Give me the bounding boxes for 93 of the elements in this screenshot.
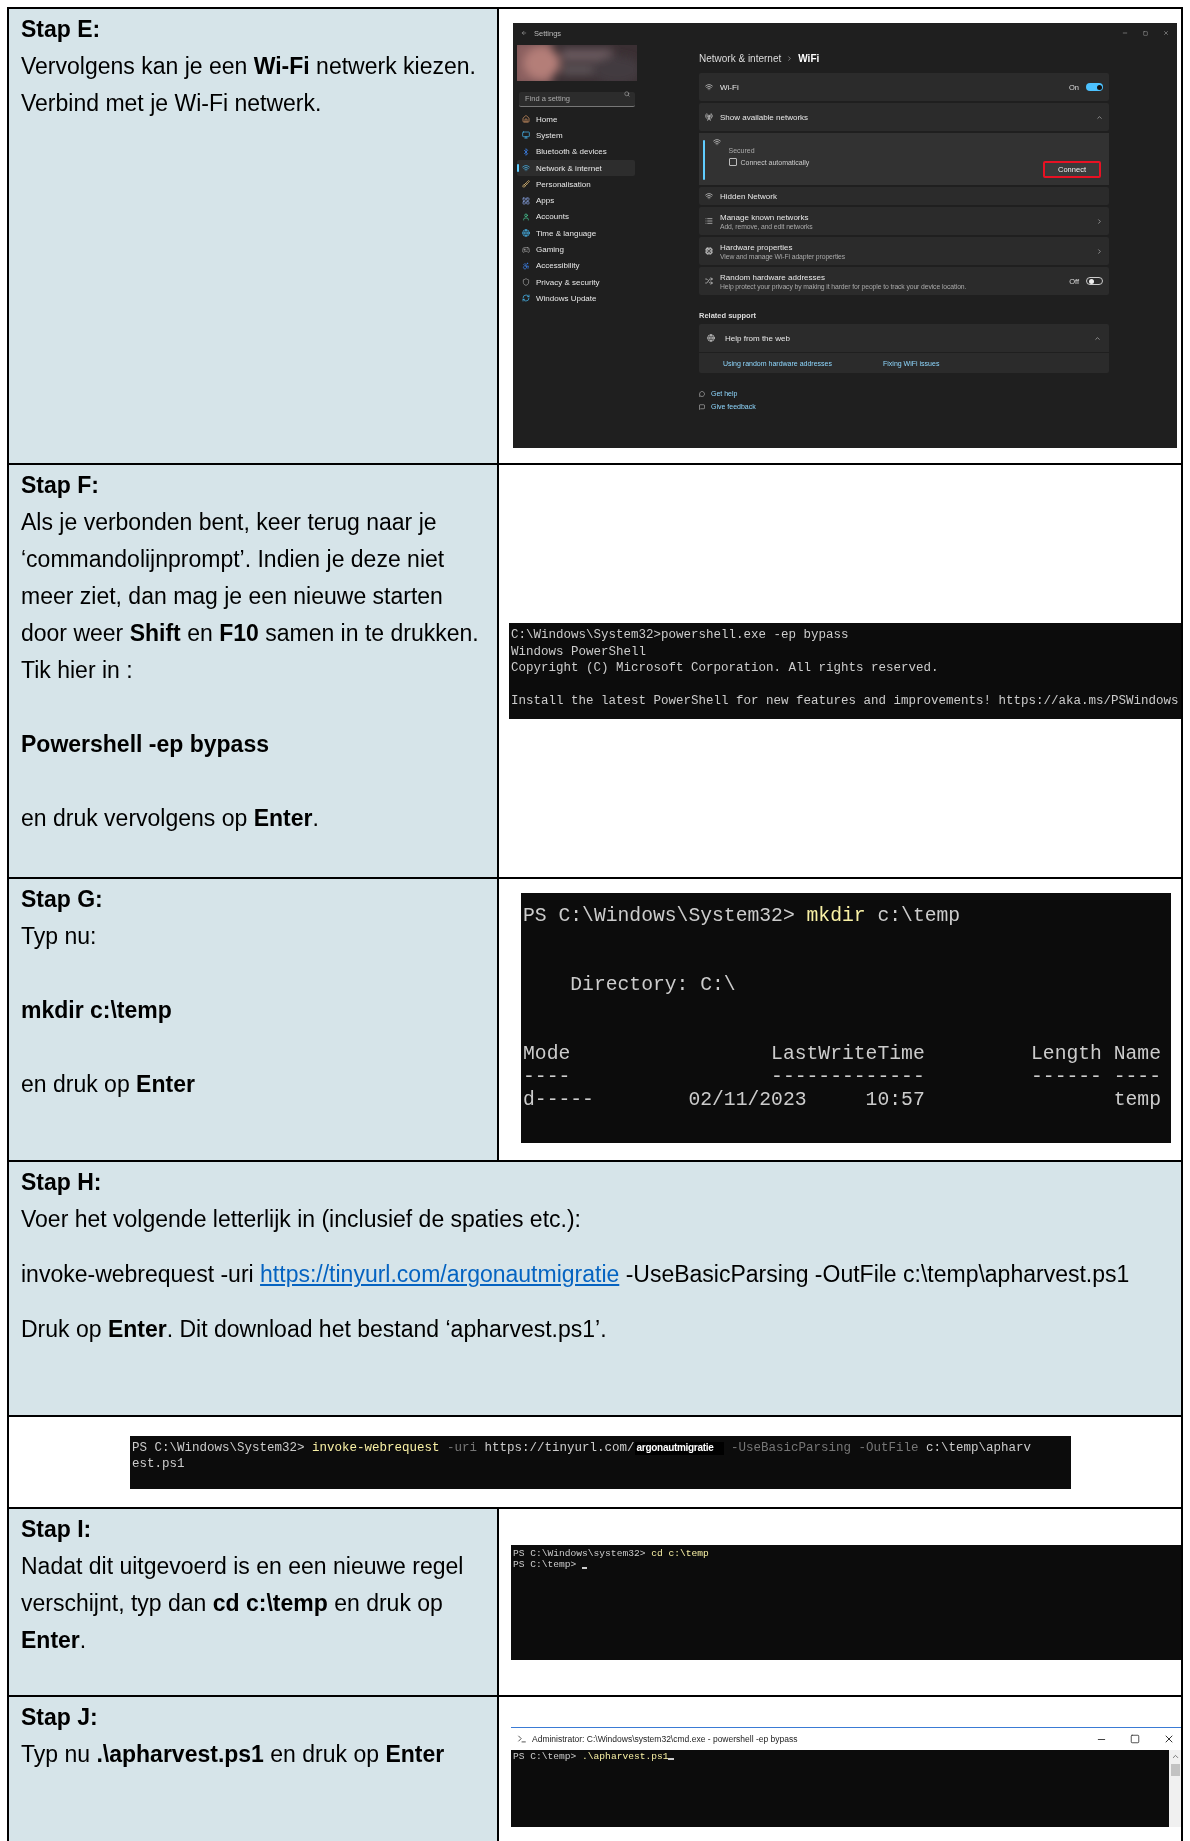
window-title: Administrator: C:\Windows\system32\cmd.exe - powershell -ep bypass [532,1734,799,1744]
console-line: Mode LastWriteTime Length Name [523,1043,1161,1066]
brush-icon [522,180,530,189]
sidebar-item[interactable]: Personalisation [517,176,635,193]
step-title: Stap H: [21,1168,103,1197]
sidebar-item[interactable]: Accounts [517,208,635,226]
shuffle-icon [705,277,713,285]
wifi-icon [705,192,713,200]
maximize-icon[interactable] [1130,1734,1140,1744]
chevron-right-icon [1096,247,1103,255]
sidebar-item[interactable]: Network & internet [517,159,635,177]
toggle-switch[interactable] [1086,83,1103,91]
gamepad-icon [522,245,530,254]
scroll-thumb[interactable] [1170,1764,1180,1776]
chevron-right-icon [786,54,794,62]
console-line: ---- ------------- ------ ---- [523,1066,1161,1089]
checkbox[interactable] [728,158,737,166]
instruction-text: Als je verbonden bent, keer terug naar je ‘commandolijnprompt’. Indien je deze niet meer ziet, dan mag je een nieuwe starten door weer Shift en F10 samen in te drukken. Tik hier in : [21,508,480,685]
console-line: PS C:\Windows\System32> invoke-webrequest -uri https://tinyurl.com/ argonautmigratie -UseBasicParsing -OutFile c:\temp\apharv [132,1439,1032,1456]
setting-title: Wi-Fi [720,82,740,92]
scroll-bar[interactable] [1169,1750,1181,1827]
command-text: Powershell -ep bypass [21,730,270,759]
maximize-icon[interactable] [1143,30,1148,36]
step-title: Stap G: [21,885,104,914]
home-icon [522,115,530,124]
sidebar-item[interactable]: Accessibility [517,257,635,274]
console-line: C:\Windows\System32>powershell.exe -ep bypass [511,627,849,644]
sidebar-item[interactable]: Home [517,111,635,128]
console-line: Directory: C:\ [569,974,736,997]
step-title: Stap E: [21,15,102,44]
step-title: Stap I: [21,1515,93,1544]
setting-title: Random hardware addresses [720,272,826,282]
wifi-icon [522,164,530,173]
step-title: Stap J: [21,1703,99,1732]
instruction-text: en druk op Enter [21,1070,196,1099]
console-line: PS C:\Windows\system32> cd c:\temp [513,1548,709,1560]
console-line: Install the latest PowerShell for new features and improvements! https://aka.ms/PSWindows [511,693,1179,710]
grid-icon [522,196,530,205]
sidebar-item[interactable]: Privacy & security [517,273,635,291]
back-icon[interactable] [521,30,527,36]
sidebar-item[interactable]: Time & language [517,225,635,242]
instruction-text: Typ nu .\apharvest.ps1 en druk op Enter [21,1740,446,1769]
sidebar-item[interactable]: Bluetooth & devices [517,143,635,160]
sidebar-item[interactable]: Windows Update [517,290,635,307]
feedback-icon [699,403,705,410]
url-link[interactable]: https://tinyurl.com/argonautmigratie [260,1261,620,1287]
setting-title: Hidden Network [720,191,778,201]
setting-title: Show available networks [720,112,810,122]
console-line: d----- 02/11/2023 10:57 temp [523,1089,1161,1112]
page-title: WiFi [798,52,820,64]
step-title: Stap F: [21,471,100,500]
search-icon[interactable] [624,91,630,97]
console-line: PS C:\Windows\System32> mkdir c:\temp [523,905,961,928]
chevron-right-icon [1096,217,1103,225]
instruction-text: Typ nu: [21,922,98,951]
setting-title: Hardware properties [720,242,794,252]
user-icon [522,212,530,221]
setting-title: Help from the web [725,333,791,343]
sidebar-item[interactable]: Gaming [517,241,635,258]
monitor-icon [522,131,530,140]
instruction-text: Voer het volgende letterlijk in (inclusief de spaties etc.): [21,1205,582,1234]
scroll-up-icon[interactable] [1170,1752,1180,1761]
console-line: Copyright (C) Microsoft Corporation. All rights reserved. [511,660,939,677]
breadcrumb-link[interactable]: Network & internet [699,52,782,64]
console-line: PS C:\temp> .\apharvest.ps1 [513,1751,669,1763]
close-icon[interactable] [1163,1733,1175,1745]
instruction-text: Vervolgens kan je een Wi-Fi netwerk kiezen. Verbind met je Wi-Fi netwerk. [21,52,477,118]
console-line: est.ps1 [132,1456,185,1473]
chip-icon [705,247,713,255]
wifi-icon [712,138,721,146]
shield-icon [522,278,530,287]
sidebar-item[interactable]: Apps [517,192,635,209]
setting-row[interactable]: Hidden Network [699,187,1109,205]
list-icon [705,217,713,225]
instruction-text: Druk op Enter. Dit download het bestand ‘apharvest.ps1’. [21,1315,608,1344]
wifi-icon [705,83,713,91]
globe-icon [522,229,530,238]
terminal-icon [517,1734,527,1744]
instruction-text: Nadat dit uitgevoerd is en een nieuwe regel verschijnt, typ dan cd c:\temp en druk op Enter. [21,1552,465,1655]
console-line: PS C:\temp> [513,1559,578,1571]
setting-title: Manage known networks [720,212,810,222]
instruction-text: en druk vervolgens op Enter. [21,804,320,833]
chat-icon [699,390,705,397]
setting-row[interactable]: Show available networks [699,103,1109,131]
command-text: invoke-webrequest -uri https://tinyurl.com/argonautmigratie -UseBasicParsing -OutFile c:\temp\apharvest.ps1 [21,1260,1131,1289]
console-line: Windows PowerShell [511,643,647,660]
bluetooth-icon [522,147,530,156]
refresh-icon [522,294,530,303]
sidebar-item[interactable]: System [517,127,635,144]
antenna-icon [705,113,713,121]
accessibility-icon [522,261,530,270]
command-text: mkdir c:\temp [21,996,173,1025]
globe-icon [707,334,715,342]
